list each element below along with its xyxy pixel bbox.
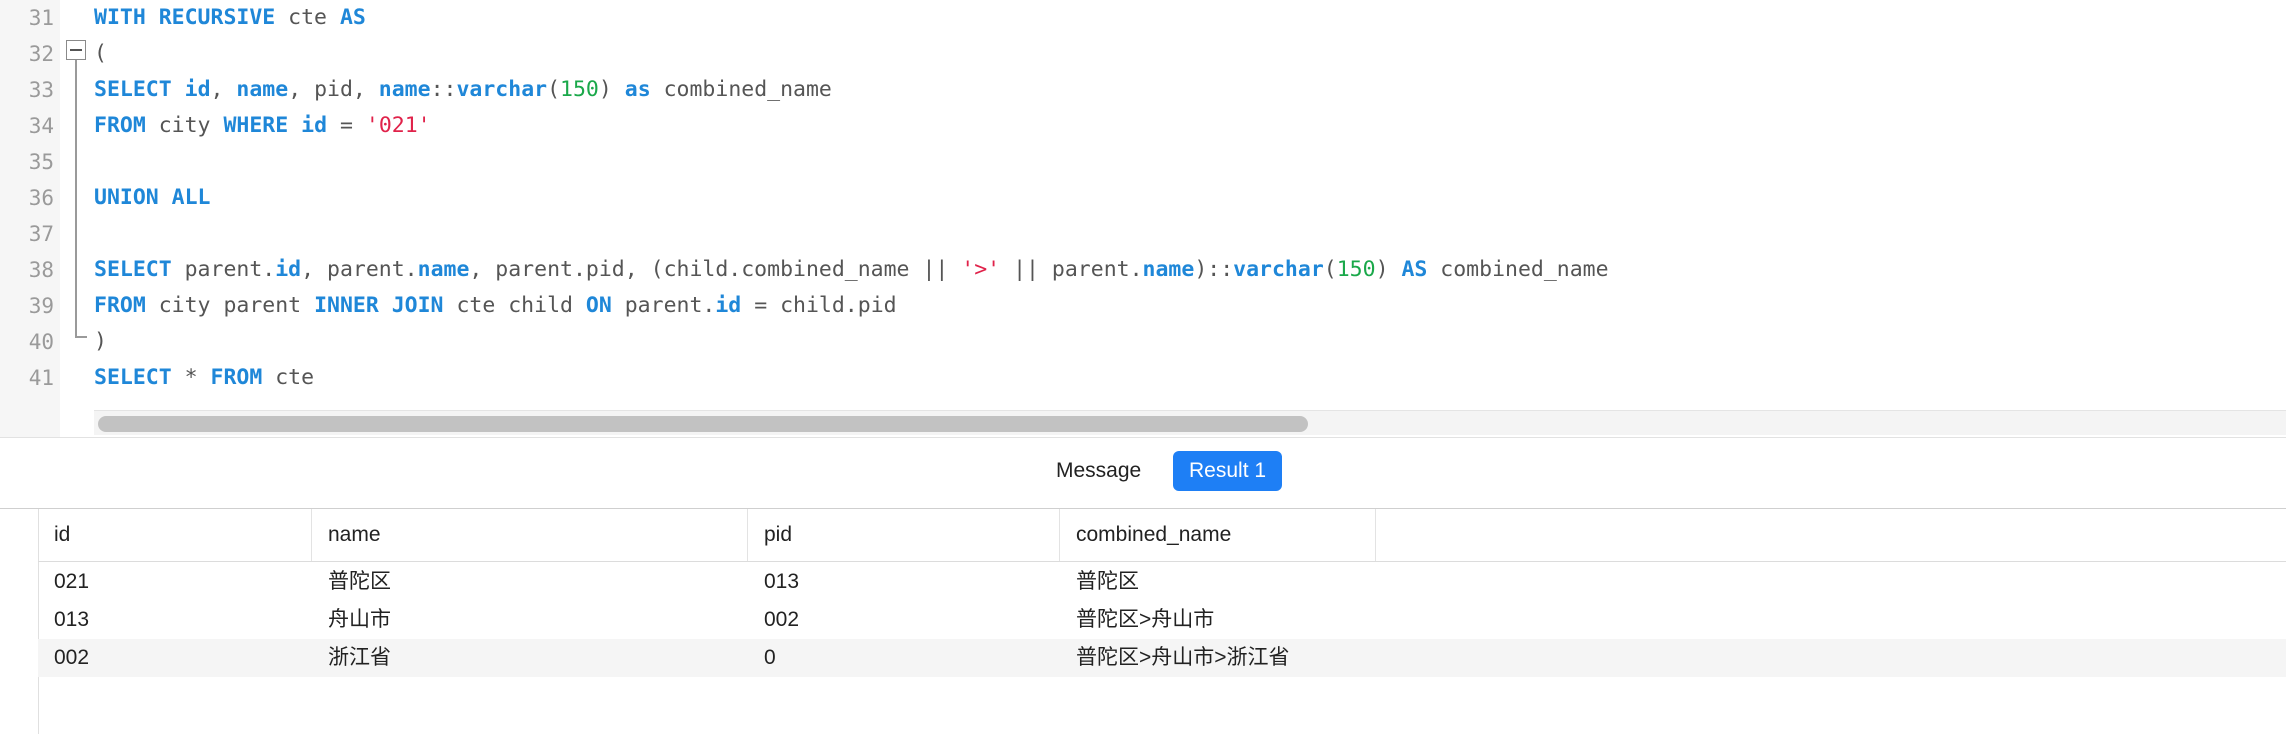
- code-line-35[interactable]: 35: [0, 144, 2286, 180]
- line-number: 36: [28, 186, 54, 210]
- code-line-33[interactable]: 33 SELECT id, name, pid, name::varchar(1…: [0, 72, 2286, 108]
- code-line-32[interactable]: 32 (: [0, 36, 2286, 72]
- fold-guide-end: [75, 336, 87, 338]
- cell-combined-name[interactable]: 普陀区>舟山市: [1060, 601, 1214, 639]
- line-number: 34: [28, 114, 54, 138]
- cell-combined-name[interactable]: 普陀区: [1060, 563, 1139, 601]
- code-text: SELECT id, name, pid, name::varchar(150)…: [94, 77, 832, 102]
- code-text: ): [94, 329, 107, 354]
- table-row[interactable]: 021 普陀区 013 普陀区: [38, 563, 2286, 601]
- tab-message[interactable]: Message: [1040, 451, 1157, 491]
- line-number: 32: [28, 42, 54, 66]
- code-text: FROM city WHERE id = '021': [94, 113, 431, 138]
- cell-pid[interactable]: 013: [748, 563, 799, 601]
- code-text: SELECT parent.id, parent.name, parent.pi…: [94, 257, 1609, 282]
- row-header-gutter: [0, 509, 39, 734]
- code-line-40[interactable]: 40 ): [0, 324, 2286, 360]
- table-row[interactable]: 013 舟山市 002 普陀区>舟山市: [38, 601, 2286, 639]
- cell-id[interactable]: 002: [38, 639, 89, 677]
- line-number: 38: [28, 258, 54, 282]
- column-header-id[interactable]: id: [38, 509, 312, 561]
- line-number: 40: [28, 330, 54, 354]
- code-line-38[interactable]: 38 SELECT parent.id, parent.name, parent…: [0, 252, 2286, 288]
- result-tabs: Message Result 1: [0, 438, 2286, 509]
- cell-pid[interactable]: 0: [748, 639, 776, 677]
- cell-id[interactable]: 013: [38, 601, 89, 639]
- code-line-34[interactable]: 34 FROM city WHERE id = '021': [0, 108, 2286, 144]
- cell-combined-name[interactable]: 普陀区>舟山市>浙江省: [1060, 639, 1290, 677]
- cell-pid[interactable]: 002: [748, 601, 799, 639]
- code-line-37[interactable]: 37: [0, 216, 2286, 252]
- fold-guide-line: [75, 60, 77, 336]
- code-text: (: [94, 41, 107, 66]
- cell-name[interactable]: 舟山市: [312, 601, 391, 639]
- line-number: 37: [28, 222, 54, 246]
- code-text: FROM city parent INNER JOIN cte child ON…: [94, 293, 897, 318]
- column-header-name[interactable]: name: [312, 509, 748, 561]
- tab-result-1[interactable]: Result 1: [1173, 451, 1283, 491]
- results-grid: id name pid combined_name 021 普陀区 013 普陀…: [0, 509, 2286, 734]
- horizontal-scrollbar-thumb[interactable]: [98, 416, 1308, 432]
- code-text: UNION ALL: [94, 185, 211, 210]
- cell-name[interactable]: 浙江省: [312, 639, 391, 677]
- sql-editor[interactable]: 31 WITH RECURSIVE cte AS 32 ( 33 SELECT …: [0, 0, 2286, 438]
- line-number: 41: [28, 366, 54, 390]
- fold-collapse-icon[interactable]: [66, 40, 86, 60]
- column-header-pid[interactable]: pid: [748, 509, 1060, 561]
- column-header-combined-name[interactable]: combined_name: [1060, 509, 1376, 561]
- code-line-31[interactable]: 31 WITH RECURSIVE cte AS: [0, 0, 2286, 36]
- code-line-41[interactable]: 41 SELECT * FROM cte: [0, 360, 2286, 396]
- code-text: SELECT * FROM cte: [94, 365, 315, 390]
- line-number: 35: [28, 150, 54, 174]
- code-line-36[interactable]: 36 UNION ALL: [0, 180, 2286, 216]
- cell-id[interactable]: 021: [38, 563, 89, 601]
- line-number: 39: [28, 294, 54, 318]
- grid-header-row: id name pid combined_name: [38, 509, 2286, 562]
- code-line-39[interactable]: 39 FROM city parent INNER JOIN cte child…: [0, 288, 2286, 324]
- line-number: 31: [28, 6, 54, 30]
- line-number: 33: [28, 78, 54, 102]
- cell-name[interactable]: 普陀区: [312, 563, 391, 601]
- code-text: WITH RECURSIVE cte AS: [94, 5, 366, 30]
- table-row[interactable]: 002 浙江省 0 普陀区>舟山市>浙江省: [38, 639, 2286, 677]
